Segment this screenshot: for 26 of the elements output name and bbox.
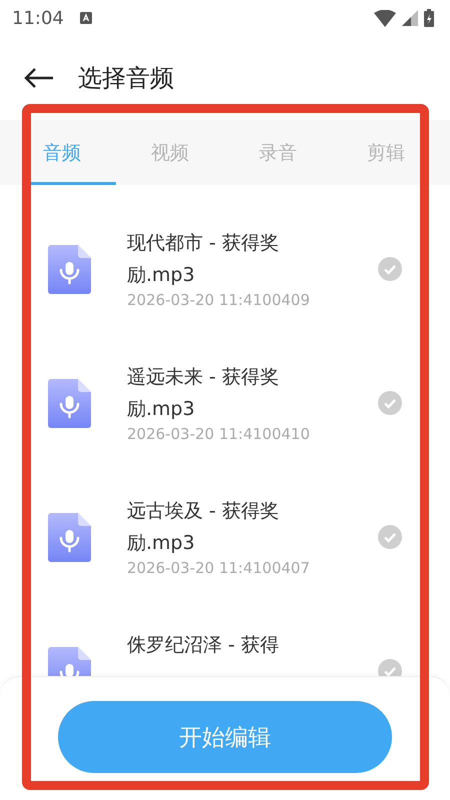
file-date: 2026-03-20 11:4100409 xyxy=(127,291,310,309)
tab[interactable]: 录音 xyxy=(224,120,332,185)
file-name: 遥远未来 - 获得奖励.mp3 xyxy=(127,365,280,422)
start-edit-button[interactable]: 开始编辑 xyxy=(58,701,392,773)
status-time: 11:04 xyxy=(12,8,64,28)
check-icon[interactable] xyxy=(378,659,402,676)
wifi-icon xyxy=(374,10,396,26)
file-date: 2026-03-20 11:4100410 xyxy=(127,425,310,443)
file-name: 侏罗纪沼泽 - 获得 xyxy=(127,633,279,658)
notification-icon xyxy=(80,12,92,24)
file-name: 现代都市 - 获得奖励.mp3 xyxy=(127,231,280,288)
file-date: 2026-03-20 11:4100407 xyxy=(127,559,310,577)
audio-file-icon xyxy=(48,245,91,294)
audio-file-icon xyxy=(48,379,91,428)
back-arrow-icon[interactable] xyxy=(24,67,54,89)
tab[interactable]: 视频 xyxy=(116,120,224,185)
screen-title: 选择音频 xyxy=(78,63,174,94)
tab[interactable]: 音频 xyxy=(8,120,116,185)
check-icon[interactable] xyxy=(378,391,402,415)
check-icon[interactable] xyxy=(378,257,402,281)
file-name: 远古埃及 - 获得奖励.mp3 xyxy=(127,499,280,556)
check-icon[interactable] xyxy=(378,525,402,549)
battery-icon xyxy=(424,9,434,27)
tab[interactable]: 剪辑 xyxy=(332,120,440,185)
audio-file-icon xyxy=(48,513,91,562)
signal-icon xyxy=(402,10,418,26)
